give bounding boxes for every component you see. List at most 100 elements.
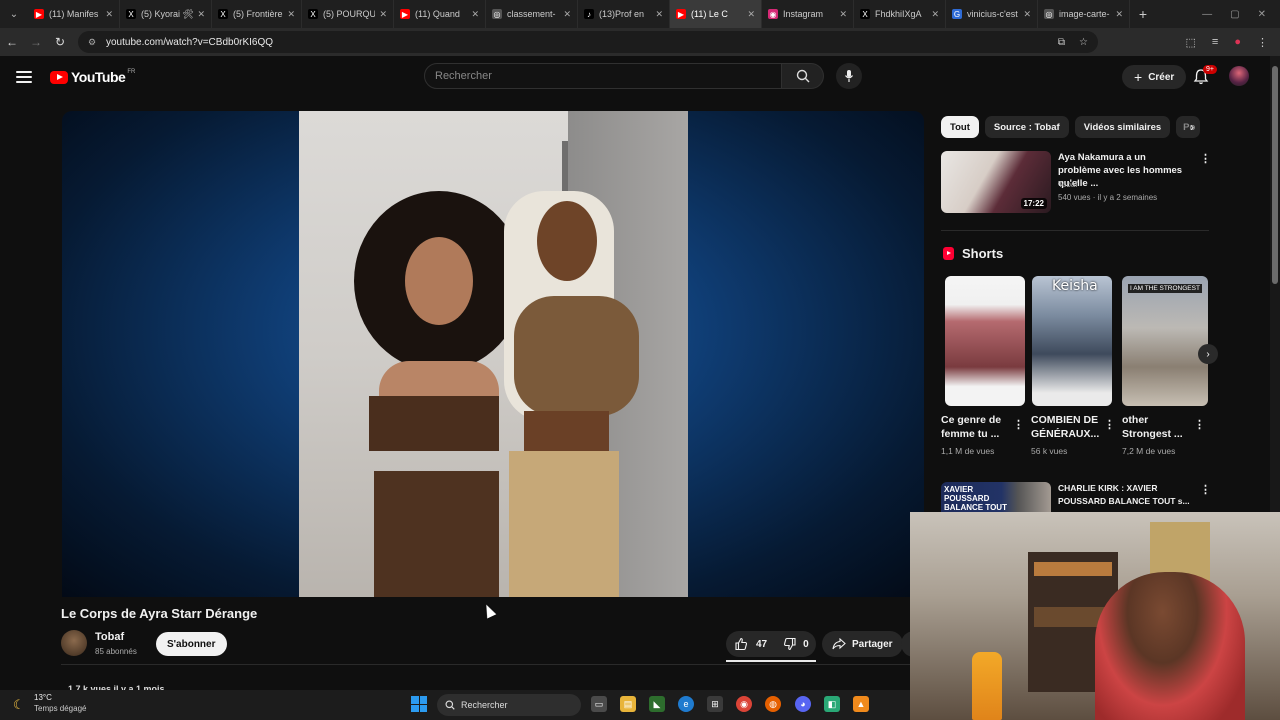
task-view-icon[interactable]: ▭ (591, 696, 607, 712)
short-card[interactable] (945, 276, 1025, 406)
edge-icon[interactable]: e (678, 696, 694, 712)
minimize-icon[interactable]: — (1202, 9, 1212, 20)
vlc-icon[interactable]: ▲ (853, 696, 869, 712)
recommendation-title[interactable]: CHARLIE KIRK : XAVIER POUSSARD BALANCE T… (1058, 482, 1190, 508)
forward-icon[interactable]: → (24, 35, 48, 49)
browser-menu-icon[interactable]: ⋮ (1257, 36, 1268, 49)
browser-tab[interactable]: ▶ (11) Manifes ✕ (28, 0, 120, 28)
recommendation-thumbnail[interactable]: 17:22 (941, 151, 1051, 213)
short-title[interactable]: Ce genre de femme tu ... (941, 413, 1011, 441)
short-title[interactable]: COMBIEN DE GÉNÉRAUX... (1031, 413, 1101, 441)
site-info-icon[interactable]: ⚙ (88, 37, 98, 47)
browser-tab[interactable]: ◎ classement- ✕ (486, 0, 578, 28)
profile-icon[interactable]: ● (1234, 36, 1241, 49)
more-vert-icon[interactable]: ⋮ (1194, 418, 1205, 431)
moon-weather-icon[interactable]: ☾ (13, 697, 25, 713)
more-vert-icon[interactable]: ⋮ (1200, 152, 1211, 165)
maximize-icon[interactable]: ▢ (1230, 9, 1239, 20)
share-button[interactable]: Partager (822, 631, 903, 657)
more-vert-icon[interactable]: ⋮ (1200, 483, 1211, 496)
tab-close-icon[interactable]: ✕ (471, 9, 479, 20)
tab-search-icon[interactable]: ⌄ (0, 0, 28, 28)
media-control-icon[interactable]: ≡ (1212, 36, 1218, 49)
browser-tab[interactable]: Gvinicius-c'est ✕ (946, 0, 1038, 28)
short-title[interactable]: other Strongest ... (1122, 413, 1192, 441)
store-icon[interactable]: ⊞ (707, 696, 723, 712)
tab-close-icon[interactable]: ✕ (563, 9, 571, 20)
webcam-bottle (972, 652, 1002, 720)
tab-close-icon[interactable]: ✕ (287, 9, 295, 20)
window-controls: — ▢ ✕ (1202, 9, 1280, 20)
firefox-icon[interactable]: ◍ (765, 696, 781, 712)
tab-close-icon[interactable]: ✕ (1023, 9, 1031, 20)
chevron-right-icon[interactable]: › (1190, 120, 1194, 134)
browser-tab[interactable]: X (5) POURQU ✕ (302, 0, 394, 28)
browser-tab[interactable]: X (5) Frontière ✕ (212, 0, 302, 28)
tab-close-icon[interactable]: ✕ (197, 9, 205, 20)
search-icon (796, 69, 809, 83)
browser-tab[interactable]: ◎ image-carte- ✕ (1038, 0, 1130, 28)
tab-close-icon[interactable]: ✕ (931, 9, 939, 20)
scrollbar-thumb[interactable] (1272, 66, 1278, 284)
browser-tab[interactable]: ♪ (13)Prof en ✕ (578, 0, 670, 28)
close-window-icon[interactable]: ✕ (1258, 9, 1266, 20)
video-player[interactable] (62, 111, 924, 597)
tab-favicon-icon: ◎ (1044, 9, 1054, 19)
address-bar[interactable]: ⚙ youtube.com/watch?v=CBdb0rKI6QQ ⧉ ☆ (78, 31, 1098, 53)
discord-icon[interactable]: ◕ (795, 696, 811, 712)
recommendation-channel[interactable]: Tobaf (1058, 180, 1078, 189)
reload-icon[interactable]: ↻ (48, 35, 72, 49)
app-icon[interactable]: ◧ (824, 696, 840, 712)
youtube-logo[interactable]: YouTube FR (50, 69, 135, 85)
chip-more[interactable]: Po (1176, 116, 1201, 138)
channel-name[interactable]: Tobaf (95, 631, 124, 643)
windows-start-icon[interactable] (411, 696, 427, 712)
chip-all[interactable]: Tout (941, 116, 979, 138)
share-icon (832, 638, 846, 650)
search-input[interactable] (424, 63, 782, 89)
menu-icon[interactable] (16, 71, 32, 83)
extensions-icon[interactable]: ⬚ (1186, 36, 1196, 49)
recommendation-meta: 540 vues · il y a 2 semaines (1058, 193, 1158, 202)
short-card[interactable]: Keisha (1032, 276, 1112, 406)
tab-close-icon[interactable]: ✕ (839, 9, 847, 20)
file-explorer-icon[interactable]: ▤ (620, 696, 636, 712)
browser-tab[interactable]: ◉ Instagram ✕ (762, 0, 854, 28)
video-frame (299, 111, 688, 597)
more-vert-icon[interactable]: ⋮ (1013, 418, 1024, 431)
browser-right-icons: ⬚ ≡ ● ⋮ (1186, 36, 1280, 49)
channel-avatar[interactable] (61, 630, 87, 656)
short-card[interactable]: I AM THE STRONGEST (1122, 276, 1208, 406)
new-tab-icon[interactable]: + (1130, 6, 1156, 22)
dislike-button[interactable]: 0 (775, 631, 817, 657)
chip-source[interactable]: Source : Tobaf (984, 116, 1069, 138)
browser-tab[interactable]: ▶ (11) Quand ✕ (394, 0, 486, 28)
tab-close-icon[interactable]: ✕ (379, 9, 387, 20)
tab-label: (11) Quand (415, 9, 460, 19)
search-button[interactable] (782, 63, 824, 89)
subscribe-button[interactable]: S'abonner (156, 632, 227, 656)
tab-close-icon[interactable]: ✕ (1115, 9, 1123, 20)
recommendation-thumbnail[interactable]: XAVIER POUSSARD BALANCE TOUT (941, 482, 1051, 512)
browser-tab[interactable]: X (5) Kyorai 🛠 ✕ (120, 0, 212, 28)
description-box[interactable]: 1,7 k vues il y a 1 mois (68, 681, 165, 690)
shorts-next-arrow-icon[interactable]: › (1198, 344, 1218, 364)
tab-close-icon[interactable]: ✕ (655, 9, 663, 20)
tab-close-icon[interactable]: ✕ (747, 9, 755, 20)
back-icon[interactable]: ← (0, 35, 24, 49)
browser-tab[interactable]: X FhdkhiIXgA ✕ (854, 0, 946, 28)
more-vert-icon[interactable]: ⋮ (1104, 418, 1115, 431)
tab-close-icon[interactable]: ✕ (105, 9, 113, 20)
account-avatar[interactable] (1229, 66, 1249, 86)
create-button[interactable]: + Créer (1122, 65, 1187, 89)
chrome-icon[interactable]: ◉ (736, 696, 752, 712)
nvidia-icon[interactable]: ◣ (649, 696, 665, 712)
chip-similar[interactable]: Vidéos similaires (1074, 116, 1171, 138)
bookmark-star-icon[interactable]: ☆ (1079, 37, 1088, 48)
taskbar-search[interactable]: Rechercher (437, 694, 581, 716)
install-app-icon[interactable]: ⧉ (1058, 37, 1065, 48)
browser-tab[interactable]: ▶ (11) Le C ✕ (670, 0, 762, 28)
like-button[interactable]: 47 (726, 631, 775, 657)
voice-search-button[interactable] (836, 63, 862, 89)
like-progress-underline (726, 660, 816, 662)
